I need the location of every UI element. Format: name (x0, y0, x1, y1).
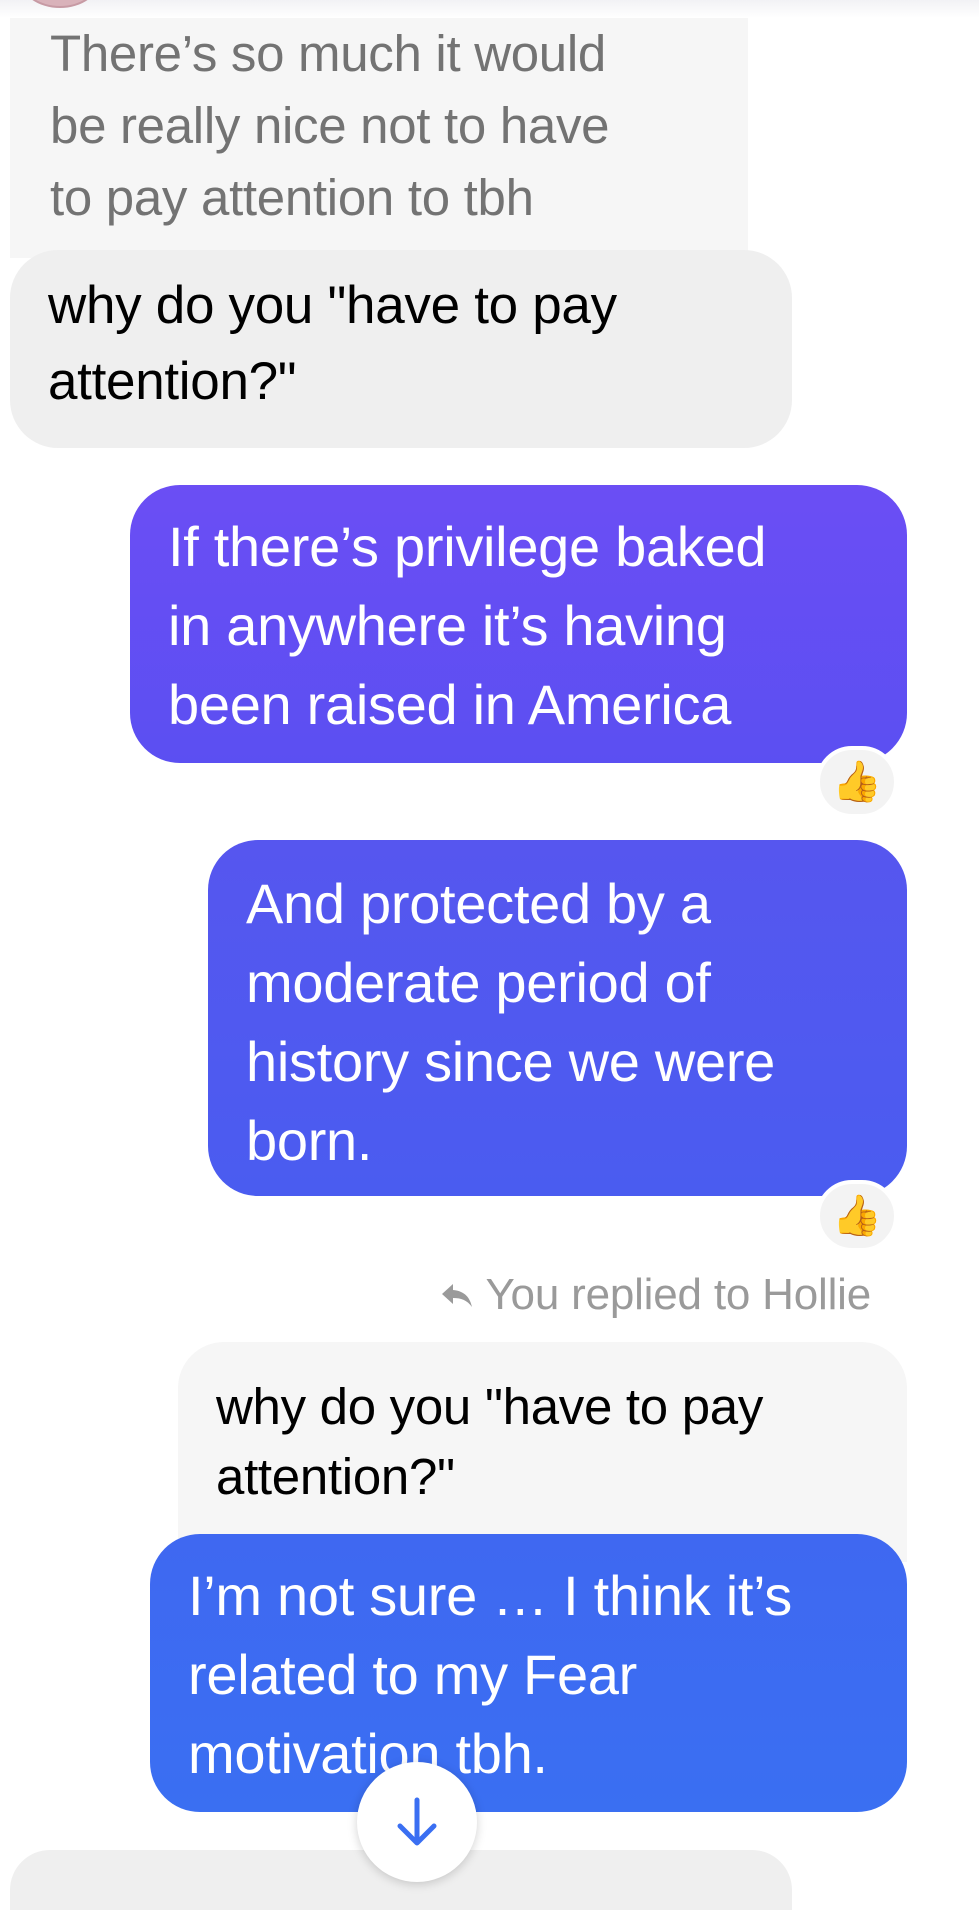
thumbs-up-icon: 👍 (832, 1194, 882, 1238)
outgoing-message-bubble[interactable]: I’m not sure … I think it’s related to m… (150, 1534, 907, 1812)
reply-label-text: You replied to Hollie (485, 1270, 871, 1319)
outgoing-message-text: And protected by a moderate period of hi… (246, 872, 776, 1172)
outgoing-message-text: If there’s privilege baked in anywhere i… (168, 515, 767, 736)
quoted-incoming-message[interactable]: There’s so much it would be really nice … (10, 18, 748, 258)
outgoing-message-bubble[interactable]: And protected by a moderate period of hi… (208, 840, 907, 1196)
reply-context-label: You replied to Hollie (439, 1270, 871, 1320)
scroll-to-bottom-button[interactable] (357, 1762, 477, 1882)
top-edge (0, 0, 979, 18)
quoted-reply-text: why do you "have to pay attention?" (216, 1378, 764, 1505)
arrow-down-icon (397, 1797, 437, 1846)
outgoing-message-text: I’m not sure … I think it’s related to m… (188, 1564, 792, 1785)
outgoing-message-bubble[interactable]: If there’s privilege baked in anywhere i… (130, 485, 907, 763)
thumbs-up-reaction[interactable]: 👍 (816, 1180, 898, 1252)
incoming-message-text: why do you "have to pay attention?" (48, 276, 617, 411)
thumbs-up-reaction[interactable]: 👍 (816, 746, 898, 818)
quoted-incoming-text: There’s so much it would be really nice … (50, 25, 610, 226)
reply-arrow-icon (442, 1284, 473, 1307)
thumbs-up-icon: 👍 (832, 760, 882, 804)
quoted-reply-message[interactable]: why do you "have to pay attention?" (178, 1342, 907, 1562)
incoming-message-bubble[interactable]: why do you "have to pay attention?" (10, 250, 792, 448)
